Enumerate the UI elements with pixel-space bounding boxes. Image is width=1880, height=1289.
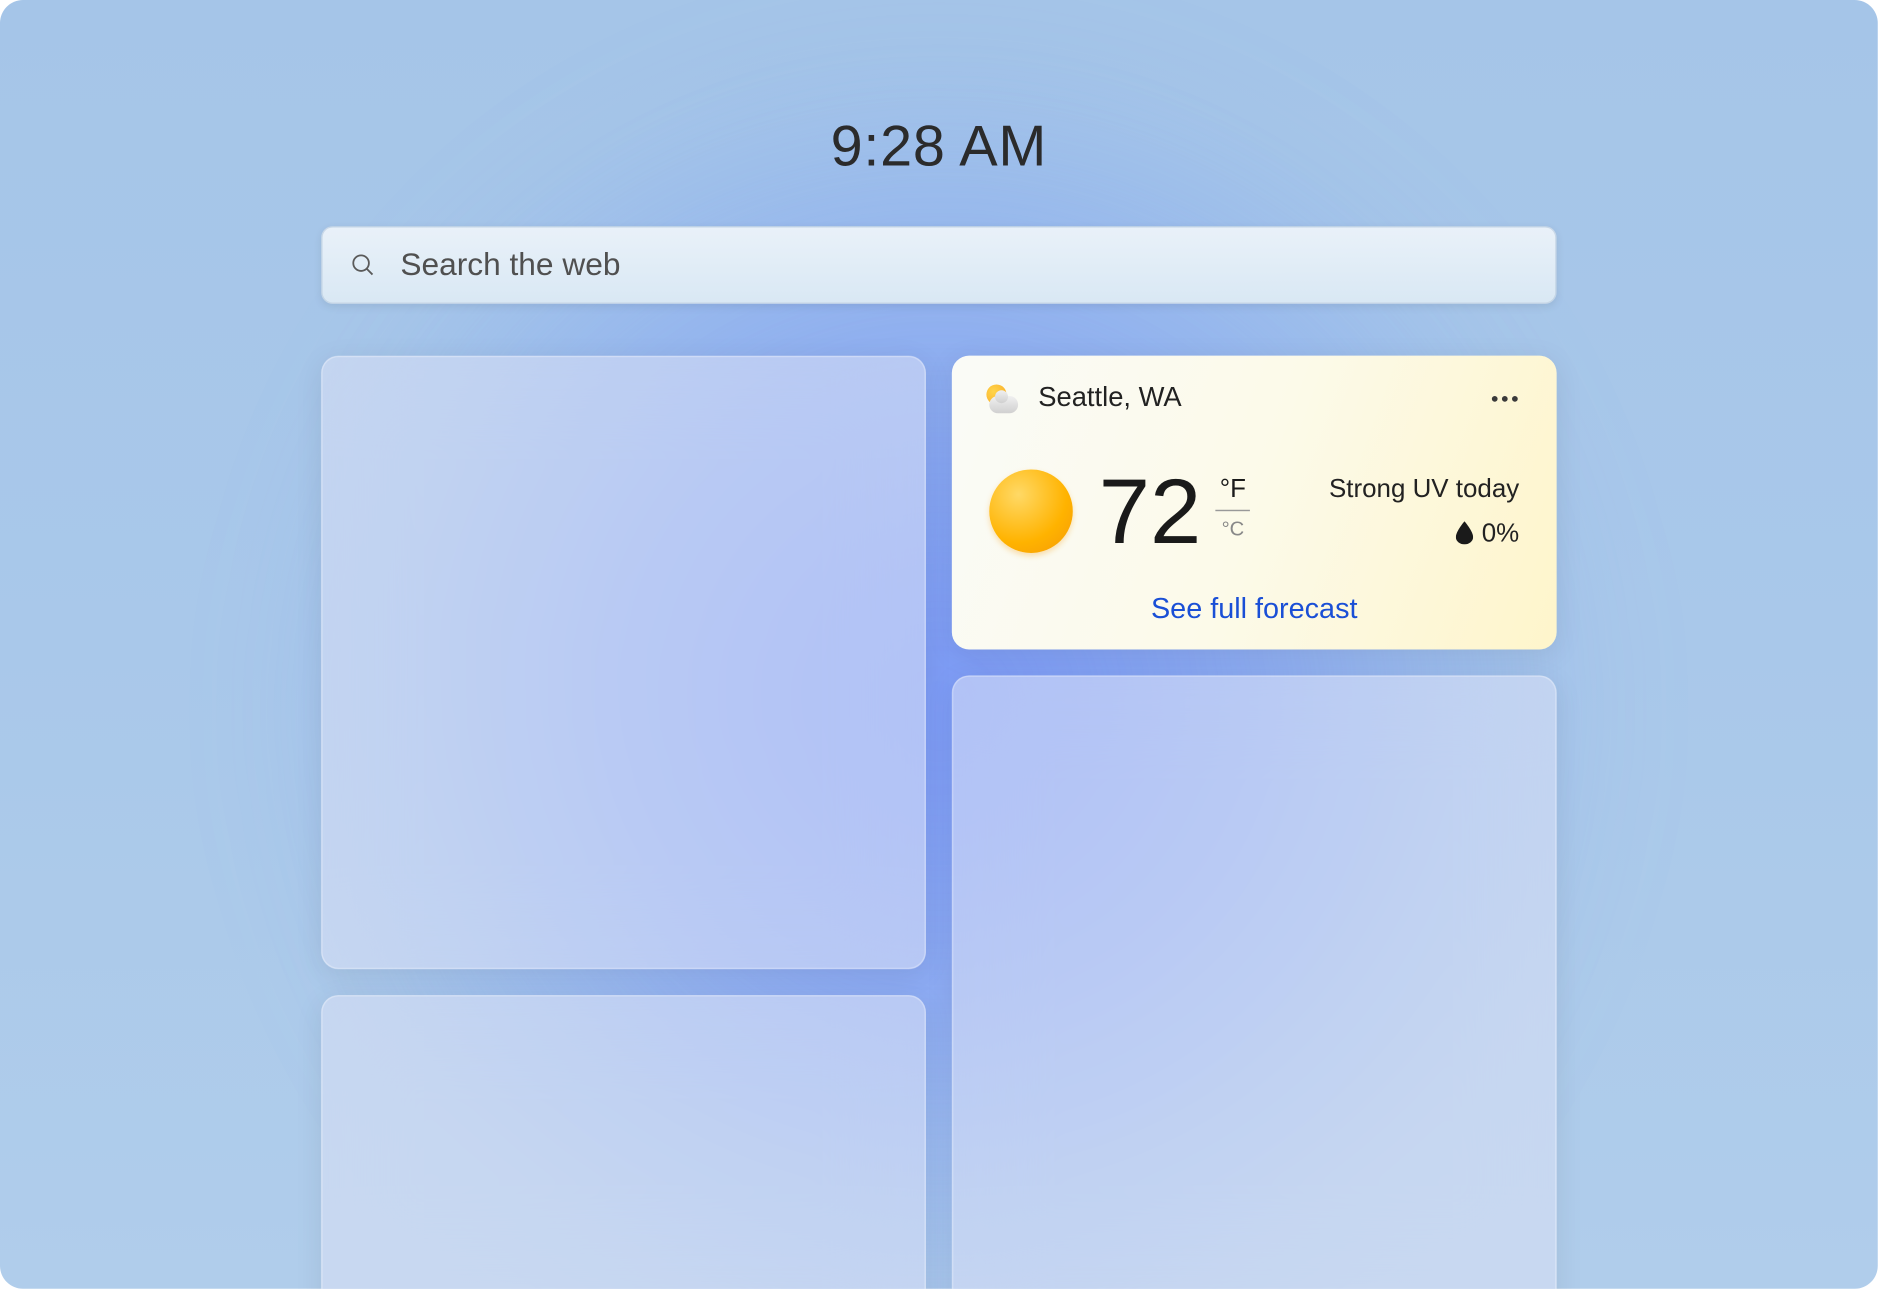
- unit-fahrenheit[interactable]: °F: [1220, 473, 1246, 503]
- widget-placeholder[interactable]: [952, 675, 1557, 1288]
- temperature-value: 72: [1099, 464, 1202, 556]
- search-placeholder: Search the web: [400, 246, 620, 283]
- unit-celsius[interactable]: °C: [1222, 516, 1245, 539]
- precipitation-value: 0%: [1482, 518, 1519, 548]
- search-input[interactable]: Search the web: [321, 226, 1557, 304]
- unit-divider: [1216, 509, 1251, 510]
- weather-widget[interactable]: Seattle, WA 72 °F: [952, 356, 1557, 650]
- sun-icon: [989, 469, 1073, 553]
- weather-app-icon: [984, 382, 1019, 417]
- clock-time: 9:28 AM: [321, 115, 1557, 180]
- raindrop-icon: [1456, 521, 1473, 544]
- weather-location: Seattle, WA: [1038, 383, 1181, 415]
- more-options-button[interactable]: [1485, 384, 1525, 413]
- temperature-unit-toggle[interactable]: °F °C: [1216, 464, 1251, 539]
- see-full-forecast-link[interactable]: See full forecast: [984, 593, 1525, 626]
- uv-warning: Strong UV today: [1329, 473, 1519, 503]
- search-icon: [348, 251, 377, 280]
- widget-placeholder[interactable]: [321, 356, 926, 969]
- widget-placeholder[interactable]: [321, 995, 926, 1289]
